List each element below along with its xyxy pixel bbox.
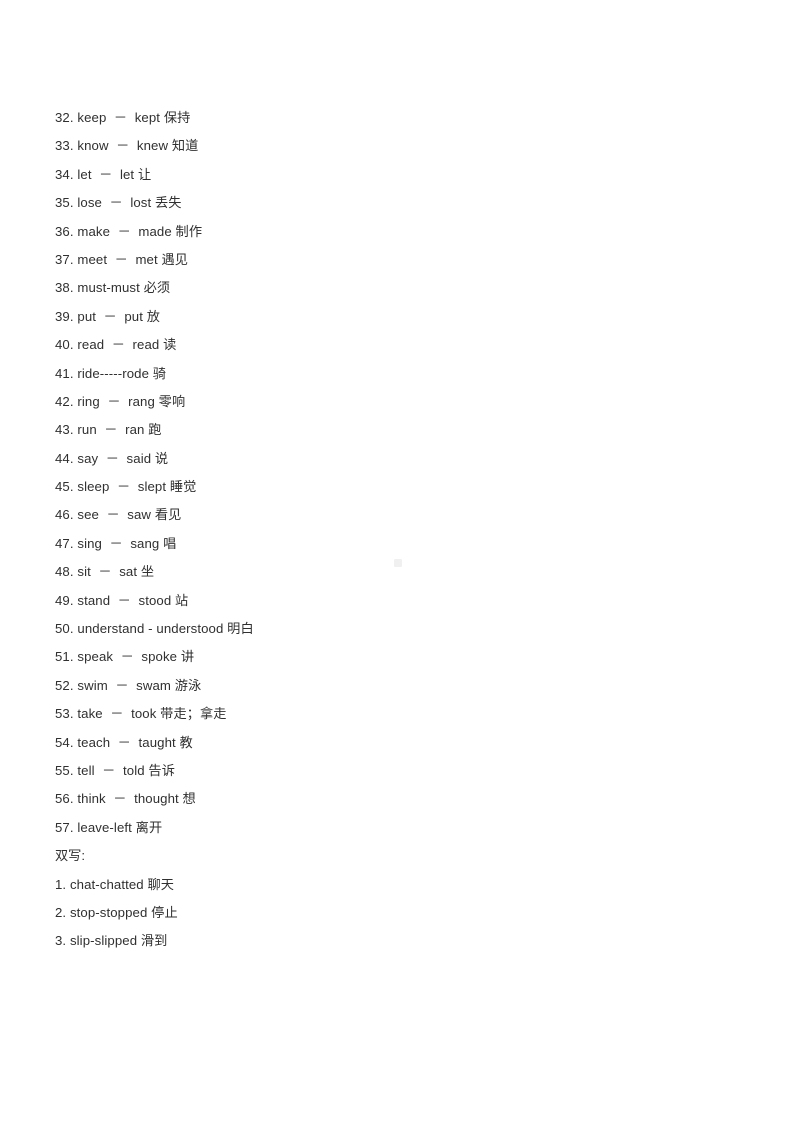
list-item: 50. understand - understood 明白 [55,621,254,637]
list-item: 47. sing － sang 唱 [55,535,177,551]
irregular-verb-list: 32. keep － kept 保持 33. know － knew 知道 34… [55,104,755,842]
list-item: 42. ring － rang 零响 [55,393,186,409]
list-item: 49. stand － stood 站 [55,592,189,608]
list-item: 32. keep － kept 保持 [55,110,191,125]
list-item: 35. lose － lost 丢失 [55,195,182,211]
list-item: 3. slip-slipped 滑到 [55,933,168,949]
section-heading-double-letter: 双写: [55,848,86,864]
watermark-speck [394,559,402,567]
list-item: 40. read － read 读 [55,337,177,353]
list-item: 54. teach － taught 教 [55,734,193,750]
document-body: 32. keep － kept 保持 33. know － knew 知道 34… [55,104,755,956]
list-item: 34. let － let 让 [55,166,152,182]
list-item: 56. think － thought 想 [55,791,196,807]
list-item: 45. sleep － slept 睡觉 [55,479,197,495]
list-item: 46. see － saw 看见 [55,507,182,523]
list-item: 2. stop-stopped 停止 [55,904,178,920]
list-item: 41. ride-----rode 骑 [55,365,167,381]
list-item: 39. put － put 放 [55,308,161,324]
list-item: 51. speak － spoke 讲 [55,649,195,665]
list-item: 55. tell － told 告诉 [55,762,175,778]
list-item: 43. run － ran 跑 [55,422,162,438]
list-item: 57. leave-left 离开 [55,819,163,835]
list-item: 36. make － made 制作 [55,223,203,239]
list-item: 52. swim － swam 游泳 [55,677,202,693]
double-letter-verb-list: 1. chat-chatted 聊天 2. stop-stopped 停止 3.… [55,871,755,956]
list-item: 33. know － knew 知道 [55,138,199,154]
list-item: 37. meet － met 遇见 [55,251,189,267]
list-item: 44. say － said 说 [55,450,169,466]
list-item: 38. must-must 必须 [55,280,171,296]
list-item: 53. take － took 带走；拿走 [55,706,227,722]
document-page: 32. keep － kept 保持 33. know － knew 知道 34… [0,0,800,1132]
list-item: 1. chat-chatted 聊天 [55,876,175,892]
list-item: 48. sit － sat 坐 [55,564,155,580]
